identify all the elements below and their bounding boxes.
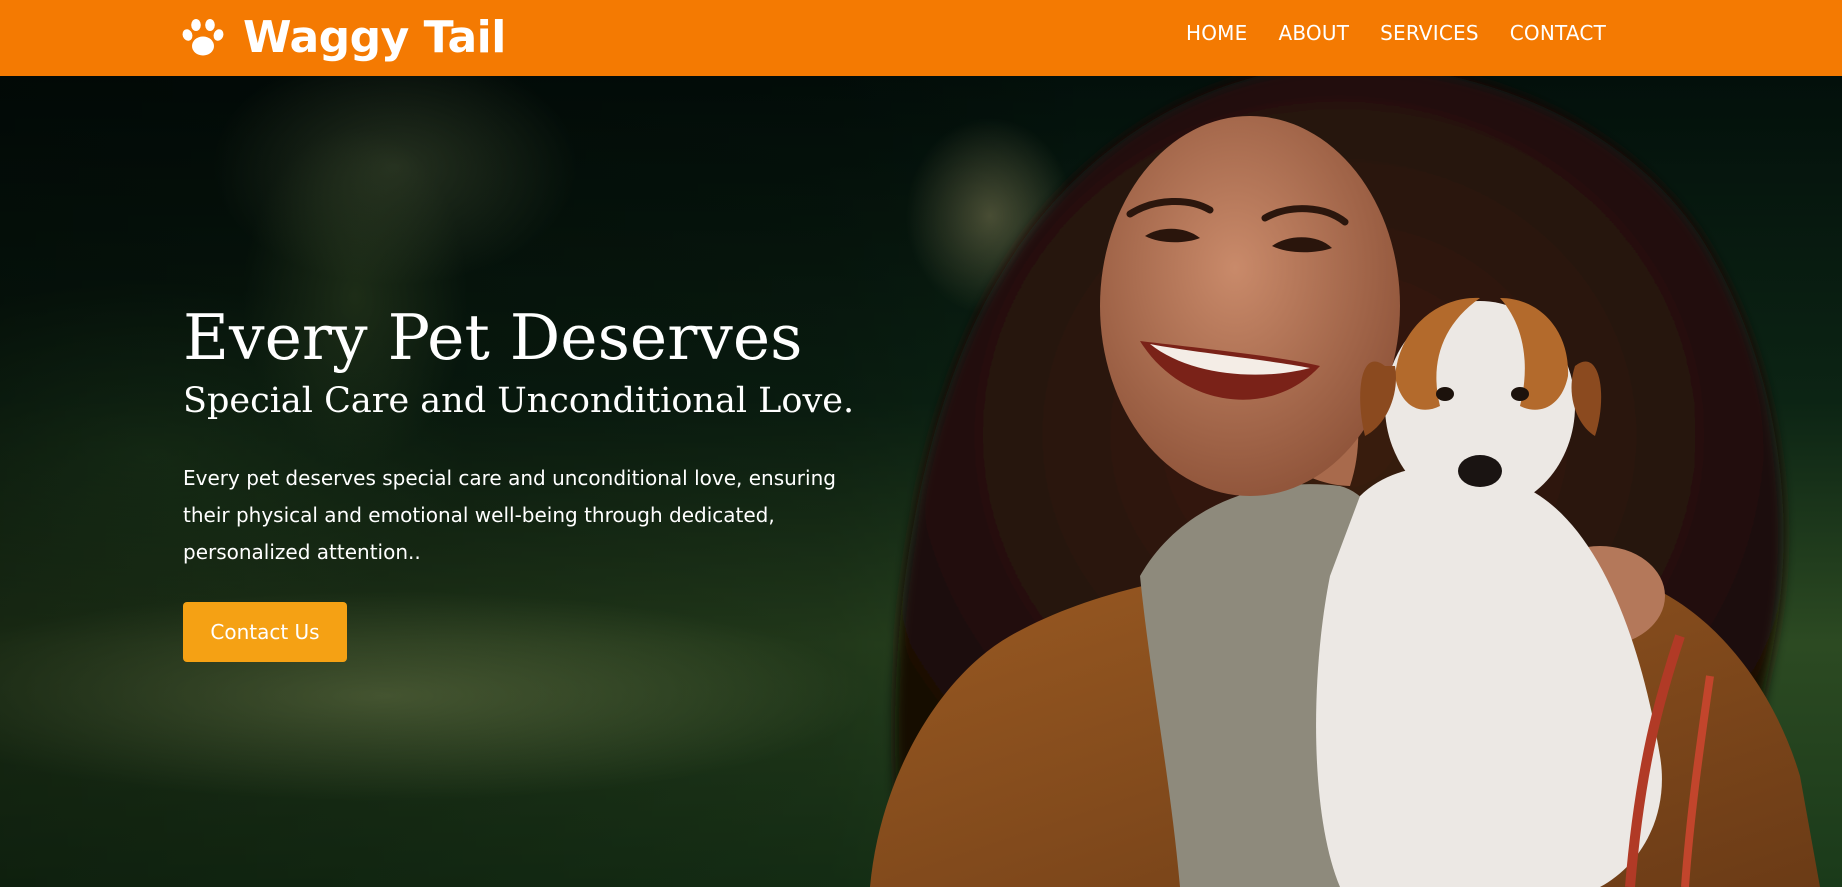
nav-link-home[interactable]: HOME bbox=[1186, 21, 1247, 45]
brand-name: Waggy Tail bbox=[243, 12, 506, 63]
nav-menu: HOME ABOUT SERVICES CONTACT bbox=[1186, 0, 1606, 66]
paw-icon bbox=[182, 19, 224, 56]
nav-link-contact[interactable]: CONTACT bbox=[1510, 21, 1606, 45]
contact-us-button[interactable]: Contact Us bbox=[183, 602, 347, 662]
nav-item-contact: CONTACT bbox=[1510, 21, 1606, 45]
nav-item-services: SERVICES bbox=[1380, 21, 1479, 45]
nav-link-services[interactable]: SERVICES bbox=[1380, 21, 1479, 45]
hero-section: Every Pet Deserves Special Care and Unco… bbox=[0, 76, 1842, 887]
hero-photo-woman-with-dog bbox=[870, 76, 1820, 887]
brand-logo-link[interactable]: Waggy Tail bbox=[181, 10, 506, 66]
nav-item-about: ABOUT bbox=[1278, 21, 1349, 45]
hero-title: Every Pet Deserves bbox=[183, 301, 803, 374]
navbar: Waggy Tail HOME ABOUT SERVICES CONTACT bbox=[0, 0, 1842, 76]
hero-subtitle: Special Care and Unconditional Love. bbox=[183, 381, 855, 421]
hero-description: Every pet deserves special care and unco… bbox=[183, 466, 836, 564]
nav-item-home: HOME bbox=[1186, 21, 1247, 45]
hero-content: Every Pet Deserves Special Care and Unco… bbox=[183, 300, 903, 662]
nav-link-about[interactable]: ABOUT bbox=[1278, 21, 1349, 45]
